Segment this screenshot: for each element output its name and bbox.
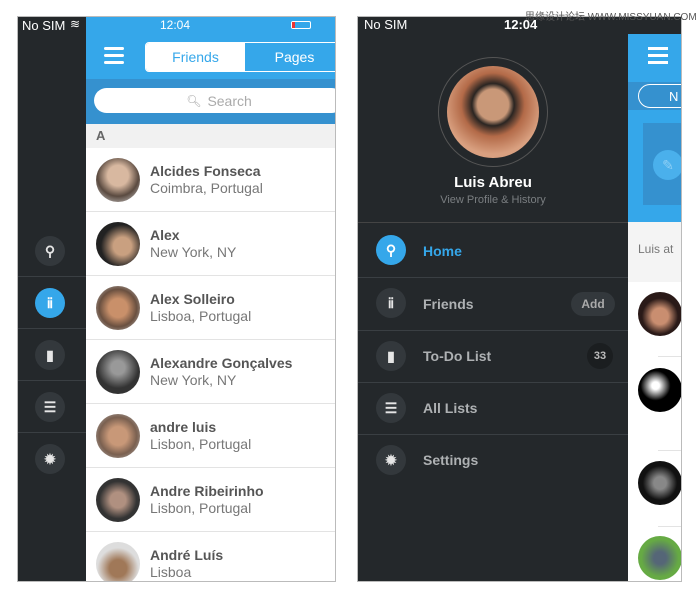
contact-name: André Luís	[150, 547, 224, 563]
compose-icon[interactable]: ✎	[653, 150, 681, 180]
contact-location: Lisboa	[150, 564, 192, 580]
bookmark-icon: ▮	[376, 341, 406, 371]
friends-icon[interactable]: ⅱ	[35, 288, 65, 318]
main-content-peek[interactable]: N ✎ Luis at	[628, 34, 681, 581]
contact-location: New York, NY	[150, 244, 237, 260]
contact-row[interactable]: Alex Solleiro Lisboa, Portugal	[86, 276, 335, 340]
avatar	[96, 222, 140, 266]
avatar	[96, 158, 140, 202]
contact-name: Andre Ribeirinho	[150, 483, 264, 499]
status-carrier: No SIM	[22, 18, 66, 33]
contact-row[interactable]: Alexandre Gonçalves New York, NY	[86, 340, 335, 404]
contact-row[interactable]: Andre Ribeirinho Lisbon, Portugal	[86, 468, 335, 532]
todo-count-badge: 33	[587, 343, 613, 369]
list-icon: ☰	[376, 393, 406, 423]
section-header: A	[86, 124, 335, 148]
menu-item-todo[interactable]: To-Do List	[423, 348, 491, 364]
search-bar: 🔍︎ Search	[86, 79, 335, 124]
gear-icon: ✹	[376, 445, 406, 475]
location-pin-icon[interactable]: ⚲	[35, 236, 65, 266]
menu-item-all-lists[interactable]: All Lists	[423, 400, 477, 416]
menu-screen: No SIM 12:04 Luis Abreu View Profile & H…	[357, 16, 682, 582]
contact-name: Alex Solleiro	[150, 291, 235, 307]
avatar	[638, 292, 681, 336]
menu-item-home[interactable]: Home	[423, 243, 462, 259]
contact-name: Alexandre Gonçalves	[150, 355, 293, 371]
feed-text: Luis at	[628, 222, 681, 282]
pill-tab[interactable]: N	[638, 84, 681, 108]
hamburger-menu-icon[interactable]	[648, 47, 668, 64]
status-time: 12:04	[160, 18, 191, 32]
search-icon: 🔍︎	[186, 93, 202, 108]
avatar	[96, 542, 140, 581]
friends-icon: ⅱ	[376, 288, 406, 318]
battery-icon	[291, 21, 311, 29]
avatar	[638, 461, 681, 505]
avatar	[638, 536, 681, 580]
avatar	[96, 286, 140, 330]
status-carrier: No SIM	[364, 17, 408, 32]
friends-screen: No SIM ≋ ⚲ ⅱ ▮ ☰ ✹ 12:04 Friends Pages 🔍…	[17, 16, 336, 582]
contact-location: Lisbon, Portugal	[150, 436, 252, 452]
contact-location: Coimbra, Portugal	[150, 180, 263, 196]
profile-avatar	[447, 66, 539, 158]
friends-panel: 12:04 Friends Pages 🔍︎ Search A Alcides …	[86, 17, 335, 581]
profile-subtitle[interactable]: View Profile & History	[358, 194, 628, 206]
wifi-icon: ≋	[70, 17, 81, 31]
tab-friends[interactable]: Friends	[146, 43, 245, 71]
avatar	[96, 414, 140, 458]
contact-location: Lisboa, Portugal	[150, 308, 252, 324]
contact-location: New York, NY	[150, 372, 237, 388]
location-pin-icon: ⚲	[376, 235, 406, 265]
contact-row[interactable]: andre luis Lisbon, Portugal	[86, 404, 335, 468]
contact-row[interactable]: Alcides Fonseca Coimbra, Portugal	[86, 148, 335, 212]
hamburger-menu-icon[interactable]	[104, 47, 124, 64]
add-friend-button[interactable]: Add	[571, 292, 615, 316]
avatar	[96, 478, 140, 522]
gear-icon[interactable]: ✹	[35, 444, 65, 474]
search-input[interactable]: 🔍︎ Search	[94, 88, 335, 113]
tab-pages[interactable]: Pages	[245, 43, 335, 71]
bookmark-icon[interactable]: ▮	[35, 340, 65, 370]
contact-name: Alcides Fonseca	[150, 163, 261, 179]
list-icon[interactable]: ☰	[35, 392, 65, 422]
contact-location: Lisbon, Portugal	[150, 500, 252, 516]
profile-name[interactable]: Luis Abreu	[358, 174, 628, 191]
avatar	[96, 350, 140, 394]
segmented-control: Friends Pages	[145, 42, 335, 72]
avatar	[638, 368, 681, 412]
contact-name: Alex	[150, 227, 180, 243]
profile-avatar-ring[interactable]	[438, 57, 548, 167]
search-placeholder: Search	[207, 92, 252, 109]
menu-item-friends[interactable]: Friends	[423, 296, 474, 312]
contact-row[interactable]: Alex New York, NY	[86, 212, 335, 276]
nav-bar: 12:04 Friends Pages	[86, 17, 335, 79]
watermark: 思缘设计论坛 WWW.MISSYUAN.COM	[525, 12, 697, 23]
contact-name: andre luis	[150, 419, 217, 435]
menu-item-settings[interactable]: Settings	[423, 452, 478, 468]
contact-row[interactable]: André Luís Lisboa	[86, 532, 335, 581]
